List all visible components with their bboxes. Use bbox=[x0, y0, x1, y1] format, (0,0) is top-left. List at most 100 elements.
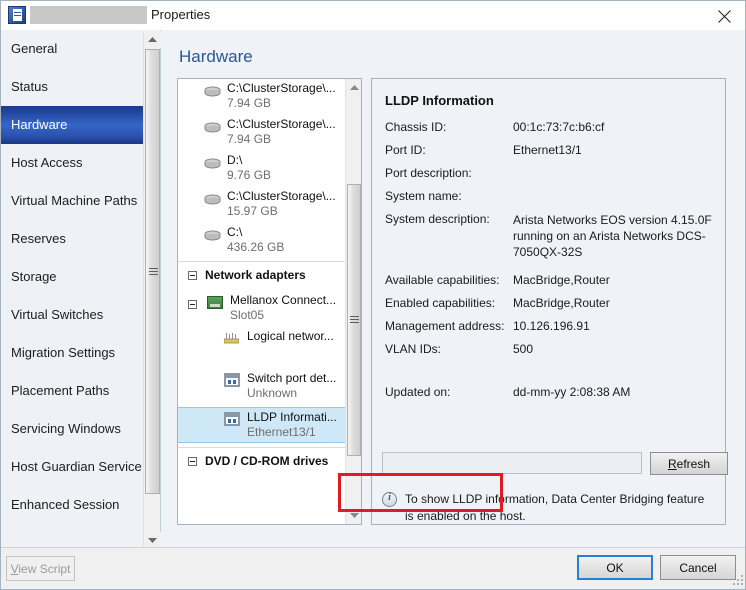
sidebar-item-virtual-machine-paths[interactable]: Virtual Machine Paths bbox=[1, 182, 160, 220]
disk-icon bbox=[204, 194, 221, 205]
tree-item-sublabel: 9.76 GB bbox=[227, 168, 271, 182]
tree-item-label: LLDP Informati... bbox=[247, 410, 337, 424]
dialog-footer: View Script OK Cancel bbox=[1, 547, 746, 589]
ok-button[interactable]: OK bbox=[577, 555, 653, 580]
properties-dialog: Properties General Status Hardware Host … bbox=[0, 0, 746, 590]
sidebar-item-servicing-windows[interactable]: Servicing Windows bbox=[1, 410, 160, 448]
port-id-label: Port ID: bbox=[385, 143, 426, 157]
scroll-down-arrow-icon[interactable] bbox=[346, 507, 362, 524]
sidebar-item-label: Host Guardian Service bbox=[11, 459, 142, 474]
title-bar: Properties bbox=[1, 1, 746, 30]
sidebar-item-migration-settings[interactable]: Migration Settings bbox=[1, 334, 160, 372]
tree-item-lldp-information[interactable]: LLDP Informati... Ethernet13/1 bbox=[178, 407, 346, 443]
network-adapter-icon bbox=[207, 296, 223, 309]
lldp-info-message: To show LLDP information, Data Center Br… bbox=[405, 491, 705, 525]
sidebar-item-hardware[interactable]: Hardware bbox=[1, 106, 160, 144]
sidebar-item-status[interactable]: Status bbox=[1, 68, 160, 106]
enabled-capabilities-label: Enabled capabilities: bbox=[385, 296, 495, 310]
device-tree-panel[interactable]: C:\ClusterStorage\... 7.94 GB C:\Cluster… bbox=[177, 78, 362, 525]
sidebar-scrollbar-thumb[interactable] bbox=[145, 49, 160, 494]
vlan-ids-label: VLAN IDs: bbox=[385, 342, 441, 356]
tree-item-sublabel: Slot05 bbox=[230, 308, 264, 322]
scrollbar-grip-icon bbox=[350, 316, 359, 324]
lldp-status-field[interactable] bbox=[382, 452, 642, 474]
disk-icon bbox=[204, 122, 221, 133]
refresh-button[interactable]: Refresh bbox=[650, 452, 728, 475]
sidebar-item-host-access[interactable]: Host Access bbox=[1, 144, 160, 182]
chassis-id-value: 00:1c:73:7c:b6:cf bbox=[513, 120, 604, 134]
tree-group-network-adapters[interactable]: Network adapters bbox=[178, 261, 346, 291]
view-script-button[interactable]: View Script bbox=[6, 556, 75, 581]
tree-item-mellanox-adapter[interactable]: Mellanox Connect... Slot05 bbox=[178, 291, 346, 327]
sidebar-item-reserves[interactable]: Reserves bbox=[1, 220, 160, 258]
lldp-information-icon bbox=[224, 412, 240, 426]
title-redacted-area bbox=[30, 6, 147, 24]
disk-icon bbox=[204, 86, 221, 97]
available-capabilities-value: MacBridge,Router bbox=[513, 273, 610, 287]
tree-item-disk[interactable]: C:\ 436.26 GB bbox=[178, 223, 346, 259]
scroll-up-arrow-icon[interactable] bbox=[346, 79, 362, 96]
sidebar-item-label: Migration Settings bbox=[11, 345, 115, 360]
tree-item-sublabel: Ethernet13/1 bbox=[247, 425, 316, 439]
lldp-panel-title: LLDP Information bbox=[385, 93, 494, 108]
sidebar-item-label: Reserves bbox=[11, 231, 66, 246]
system-description-label: System description: bbox=[385, 212, 490, 226]
hardware-page: Hardware C:\ClusterStorage\... 7.94 GB C… bbox=[161, 30, 746, 549]
tree-item-label: C:\ bbox=[227, 225, 242, 239]
tree-item-disk[interactable]: D:\ 9.76 GB bbox=[178, 151, 346, 187]
collapse-expander-icon[interactable] bbox=[188, 271, 197, 280]
device-tree-scrollbar[interactable] bbox=[345, 79, 361, 524]
available-capabilities-label: Available capabilities: bbox=[385, 273, 500, 287]
sidebar-item-label: General bbox=[11, 41, 57, 56]
tree-item-label: C:\ClusterStorage\... bbox=[227, 117, 336, 131]
tree-group-label: Network adapters bbox=[205, 268, 306, 282]
port-description-label: Port description: bbox=[385, 166, 472, 180]
settings-navigation-sidebar[interactable]: General Status Hardware Host Access Virt… bbox=[1, 30, 161, 549]
sidebar-item-label: Virtual Machine Paths bbox=[11, 193, 137, 208]
sidebar-item-label: Enhanced Session bbox=[11, 497, 119, 512]
disk-icon bbox=[204, 230, 221, 241]
tree-group-label: DVD / CD-ROM drives bbox=[205, 454, 328, 468]
sidebar-item-label: Virtual Switches bbox=[11, 307, 103, 322]
tree-item-label: Logical networ... bbox=[247, 329, 334, 343]
tree-item-label: C:\ClusterStorage\... bbox=[227, 189, 336, 203]
tree-item-logical-network[interactable]: Logical networ... bbox=[178, 327, 346, 363]
refresh-label-suffix: efresh bbox=[677, 457, 710, 471]
tree-item-disk[interactable]: C:\ClusterStorage\... 7.94 GB bbox=[178, 79, 346, 115]
resize-grip-icon[interactable] bbox=[733, 575, 745, 587]
sidebar-item-label: Status bbox=[11, 79, 48, 94]
sidebar-item-host-guardian-service[interactable]: Host Guardian Service bbox=[1, 448, 160, 486]
device-tree-list: C:\ClusterStorage\... 7.94 GB C:\Cluster… bbox=[178, 79, 346, 524]
tree-item-sublabel: 7.94 GB bbox=[227, 96, 271, 110]
tree-item-label: Mellanox Connect... bbox=[230, 293, 336, 307]
sidebar-item-general[interactable]: General bbox=[1, 30, 160, 68]
scrollbar-grip-icon bbox=[149, 268, 158, 276]
management-address-label: Management address: bbox=[385, 319, 504, 333]
device-tree-scrollbar-thumb[interactable] bbox=[347, 184, 361, 456]
sidebar-item-label: Servicing Windows bbox=[11, 421, 121, 436]
chassis-id-label: Chassis ID: bbox=[385, 120, 446, 134]
vlan-ids-value: 500 bbox=[513, 342, 533, 356]
tree-group-dvd-cdrom-drives[interactable]: DVD / CD-ROM drives bbox=[178, 447, 346, 477]
sidebar-item-storage[interactable]: Storage bbox=[1, 258, 160, 296]
tree-item-disk[interactable]: C:\ClusterStorage\... 7.94 GB bbox=[178, 115, 346, 151]
sidebar-item-enhanced-session[interactable]: Enhanced Session bbox=[1, 486, 160, 524]
sidebar-item-placement-paths[interactable]: Placement Paths bbox=[1, 372, 160, 410]
close-icon[interactable] bbox=[702, 1, 746, 30]
cancel-button[interactable]: Cancel bbox=[660, 555, 736, 580]
system-name-label: System name: bbox=[385, 189, 462, 203]
document-properties-icon bbox=[8, 6, 26, 24]
sidebar-scrollbar[interactable] bbox=[143, 31, 160, 549]
tree-item-switch-port-details[interactable]: Switch port det... Unknown bbox=[178, 369, 346, 405]
collapse-expander-icon[interactable] bbox=[188, 457, 197, 466]
lldp-information-panel: LLDP Information Chassis ID: 00:1c:73:7c… bbox=[371, 78, 726, 525]
port-id-value: Ethernet13/1 bbox=[513, 143, 582, 157]
tree-item-disk[interactable]: C:\ClusterStorage\... 15.97 GB bbox=[178, 187, 346, 223]
scroll-up-arrow-icon[interactable] bbox=[144, 31, 161, 48]
information-icon: i bbox=[382, 492, 397, 507]
tree-item-label: D:\ bbox=[227, 153, 242, 167]
sidebar-item-virtual-switches[interactable]: Virtual Switches bbox=[1, 296, 160, 334]
window-title: Properties bbox=[151, 7, 210, 22]
refresh-accelerator: R bbox=[668, 457, 677, 471]
collapse-expander-icon[interactable] bbox=[188, 300, 197, 309]
